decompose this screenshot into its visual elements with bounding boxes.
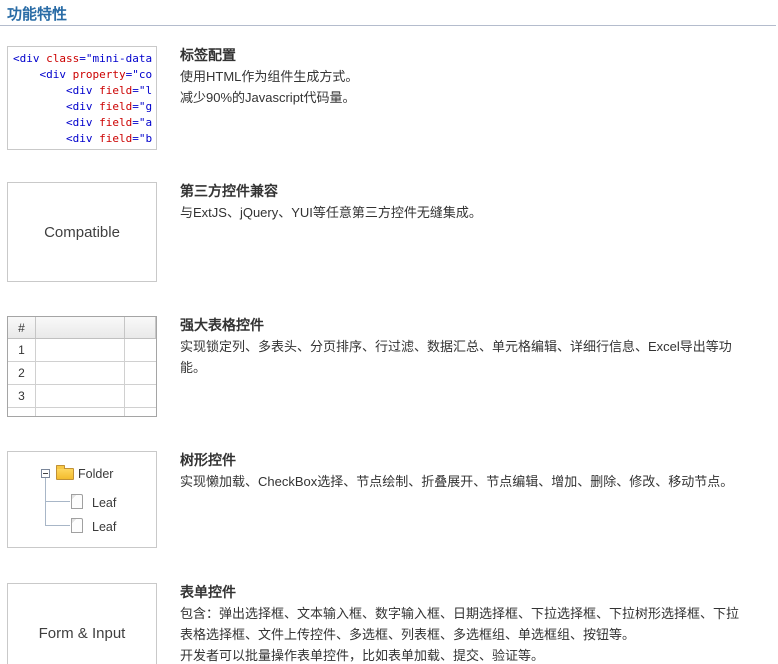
section-text: 开发者可以批量操作表单控件，比如表单加载、提交、验证等。: [180, 648, 545, 663]
code-attr: field: [99, 132, 133, 145]
code-tag: <div: [13, 132, 100, 145]
table-cell: [36, 362, 125, 384]
code-line: <div class="mini-data: [13, 51, 156, 67]
table-header-row: #: [8, 317, 156, 339]
section-title: 树形控件: [180, 452, 236, 468]
code-tag: <div: [13, 116, 100, 129]
code-value: ="a: [132, 116, 153, 129]
table-cell: [36, 339, 125, 361]
code-attr: property: [72, 68, 126, 81]
code-value: ="b: [132, 132, 153, 145]
thumbnail-label: Form & Input: [38, 624, 126, 642]
section-text: 使用HTML作为组件生成方式。: [180, 69, 359, 84]
table-cell: [125, 408, 156, 416]
form-input-thumbnail: Form & Input: [7, 583, 157, 664]
table-cell: 1: [8, 339, 36, 361]
code-attr: class: [46, 52, 80, 65]
code-attr: field: [99, 116, 133, 129]
code-value: ="l: [132, 84, 153, 97]
tree-connector-line: [45, 501, 70, 502]
section-content: 表单控件 包含：弹出选择框、文本输入框、数字输入框、日期选择框、下拉选择框、下拉…: [180, 583, 742, 664]
section-title: 标签配置: [180, 47, 236, 63]
code-attr: field: [99, 100, 133, 113]
table-row: 3: [8, 385, 156, 408]
code-attr: field: [99, 84, 133, 97]
table-cell: [36, 385, 125, 407]
table-cell: [36, 408, 125, 416]
table-header-cell: #: [8, 317, 36, 338]
code-tag: <div: [13, 84, 100, 97]
code-line: <div field="l: [13, 83, 156, 99]
section-content: 树形控件 实现懒加载、CheckBox选择、节点绘制、折叠展开、节点编辑、增加、…: [180, 451, 742, 492]
section-content: 标签配置 使用HTML作为组件生成方式。 减少90%的Javascript代码量…: [180, 46, 742, 108]
table-cell: [125, 362, 156, 384]
code-line: <div field="b: [13, 131, 156, 147]
table-cell: 2: [8, 362, 36, 384]
section-text: 包含：弹出选择框、文本输入框、数字输入框、日期选择框、下拉选择框、下拉树形选择框…: [180, 606, 740, 642]
folder-icon: [56, 465, 74, 480]
tree-connector-line: [45, 478, 46, 526]
section-content: 强大表格控件 实现锁定列、多表头、分页排序、行过滤、数据汇总、单元格编辑、详细行…: [180, 316, 742, 378]
table-row: [8, 408, 156, 416]
tree-connector-line: [45, 525, 70, 526]
section-title: 表单控件: [180, 584, 236, 600]
leaf-file-icon: [71, 494, 83, 509]
table-header-cell: [36, 317, 125, 338]
table-cell: [125, 385, 156, 407]
compatible-thumbnail: Compatible: [7, 182, 157, 282]
table-cell: [125, 339, 156, 361]
features-page: 功能特性 <div class="mini-data <div property…: [0, 0, 778, 664]
section-title: 强大表格控件: [180, 317, 264, 333]
leaf-file-icon: [71, 518, 83, 533]
table-cell: [8, 408, 36, 416]
page-title: 功能特性: [7, 6, 68, 23]
table-row: 2: [8, 362, 156, 385]
code-tag: <div: [13, 52, 47, 65]
code-line: <div field="g: [13, 99, 156, 115]
datagrid-thumbnail: # 1 2 3: [7, 316, 157, 417]
code-value: ="g: [132, 100, 153, 113]
thumbnail-label: Compatible: [44, 223, 120, 241]
tree-thumbnail: Folder Leaf Leaf: [7, 451, 157, 548]
tree-node-label: Leaf: [92, 520, 117, 534]
table-header-cell: [125, 317, 156, 338]
tree-node-label: Folder: [78, 467, 114, 481]
code-snippet-thumbnail: <div class="mini-data <div property="co …: [7, 46, 157, 150]
table-row: 1: [8, 339, 156, 362]
section-text: 减少90%的Javascript代码量。: [180, 90, 356, 105]
title-divider: [0, 25, 776, 26]
code-tag: <div: [13, 68, 73, 81]
collapse-minus-icon: [41, 469, 50, 478]
tree-node-label: Leaf: [92, 496, 117, 510]
section-title: 第三方控件兼容: [180, 183, 278, 199]
code-line: <div property="co: [13, 67, 156, 83]
section-text: 实现锁定列、多表头、分页排序、行过滤、数据汇总、单元格编辑、详细行信息、Exce…: [180, 339, 732, 375]
table-cell: 3: [8, 385, 36, 407]
section-text: 实现懒加载、CheckBox选择、节点绘制、折叠展开、节点编辑、增加、删除、修改…: [180, 474, 734, 489]
code-line: <div field="a: [13, 115, 156, 131]
section-text: 与ExtJS、jQuery、YUI等任意第三方控件无缝集成。: [180, 205, 482, 220]
code-value: ="co: [125, 68, 153, 81]
section-content: 第三方控件兼容 与ExtJS、jQuery、YUI等任意第三方控件无缝集成。: [180, 182, 742, 223]
code-tag: <div: [13, 100, 100, 113]
code-value: ="mini-data: [79, 52, 153, 65]
